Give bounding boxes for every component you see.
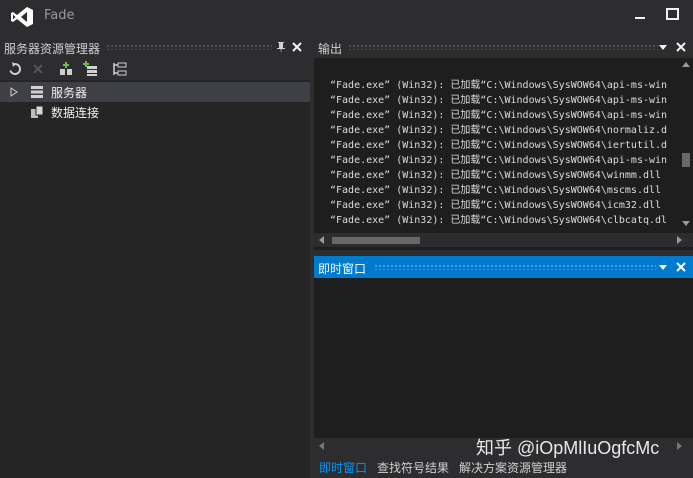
output-window[interactable]: “Fade.exe” (Win32): 已加载“C:\Windows\SysWO…	[314, 58, 693, 250]
scroll-left-icon[interactable]	[319, 442, 324, 450]
visual-studio-logo-icon	[11, 7, 33, 27]
output-line: “Fade.exe” (Win32): 已加载“C:\Windows\SysWO…	[330, 80, 668, 91]
tree-item-label: 数据连接	[51, 106, 100, 120]
output-line: “Fade.exe” (Win32): 已加载“C:\Windows\SysWO…	[330, 185, 662, 196]
output-text: “Fade.exe” (Win32): 已加载“C:\Windows\SysWO…	[330, 78, 676, 228]
scroll-down-icon[interactable]	[682, 221, 690, 226]
scroll-right-icon[interactable]	[677, 236, 682, 244]
immediate-window[interactable]	[314, 278, 693, 438]
watermark: 知乎 @iOpMlIuOgfcMc	[476, 438, 660, 458]
sharepoint-connection-icon[interactable]	[112, 61, 128, 77]
close-icon[interactable]	[674, 260, 688, 274]
output-line: “Fade.exe” (Win32): 已加载“C:\Windows\SysWO…	[330, 140, 668, 151]
tree-item-data-connections[interactable]: 数据连接	[0, 102, 310, 122]
expand-arrow-icon[interactable]	[10, 87, 18, 97]
database-icon	[31, 105, 44, 118]
scroll-right-icon[interactable]	[677, 442, 682, 450]
title-bar: Fade	[0, 0, 693, 32]
tree-item-servers[interactable]: 服务器	[0, 82, 310, 102]
tab-immediate-window[interactable]: 即时窗口	[319, 459, 367, 476]
output-line: “Fade.exe” (Win32): 已加载“C:\Windows\SysWO…	[330, 95, 668, 106]
scroll-up-icon[interactable]	[682, 62, 690, 67]
stop-icon[interactable]	[30, 61, 46, 77]
output-header: 输出	[314, 36, 693, 58]
output-line: “Fade.exe” (Win32): 已加载“C:\Windows\SysWO…	[330, 215, 668, 226]
pin-icon[interactable]	[274, 40, 288, 54]
window-title: Fade	[44, 8, 75, 23]
scroll-left-icon[interactable]	[319, 236, 324, 244]
output-line: “Fade.exe” (Win32): 已加载“C:\Windows\SysWO…	[330, 125, 668, 136]
dropdown-icon[interactable]	[656, 40, 670, 54]
scrollbar-thumb[interactable]	[332, 237, 420, 244]
tab-find-symbol-results[interactable]: 查找符号结果	[377, 459, 449, 476]
connect-to-server-icon[interactable]	[82, 61, 98, 77]
output-line: “Fade.exe” (Win32): 已加载“C:\Windows\SysWO…	[330, 200, 662, 211]
server-explorer-toolbar	[0, 58, 310, 80]
header-grip[interactable]	[374, 264, 656, 270]
tree-item-label: 服务器	[51, 86, 88, 100]
server-explorer-header: 服务器资源管理器	[0, 36, 310, 58]
dropdown-icon[interactable]	[656, 260, 670, 274]
output-horizontal-scrollbar[interactable]	[314, 233, 693, 247]
server-icon	[31, 86, 43, 98]
immediate-window-title: 即时窗口	[318, 262, 367, 276]
output-line: “Fade.exe” (Win32): 已加载“C:\Windows\SysWO…	[330, 110, 668, 121]
connect-to-database-icon[interactable]	[58, 61, 74, 77]
output-line: “Fade.exe” (Win32): 已加载“C:\Windows\SysWO…	[330, 155, 668, 166]
header-grip[interactable]	[106, 44, 272, 50]
immediate-window-header: 即时窗口	[314, 256, 693, 278]
minimize-icon[interactable]	[630, 4, 650, 24]
output-line: “Fade.exe” (Win32): 已加载“C:\Windows\SysWO…	[330, 170, 662, 181]
maximize-icon[interactable]	[664, 6, 682, 24]
server-explorer-title: 服务器资源管理器	[4, 42, 101, 56]
refresh-icon[interactable]	[7, 61, 23, 77]
close-icon[interactable]	[290, 40, 304, 54]
output-vertical-scrollbar[interactable]	[679, 58, 693, 232]
output-partial-line	[330, 68, 676, 74]
tab-solution-explorer[interactable]: 解决方案资源管理器	[459, 459, 567, 476]
output-title: 输出	[318, 42, 343, 56]
header-grip[interactable]	[348, 44, 658, 50]
close-icon[interactable]	[674, 40, 688, 54]
scrollbar-thumb[interactable]	[682, 153, 690, 167]
